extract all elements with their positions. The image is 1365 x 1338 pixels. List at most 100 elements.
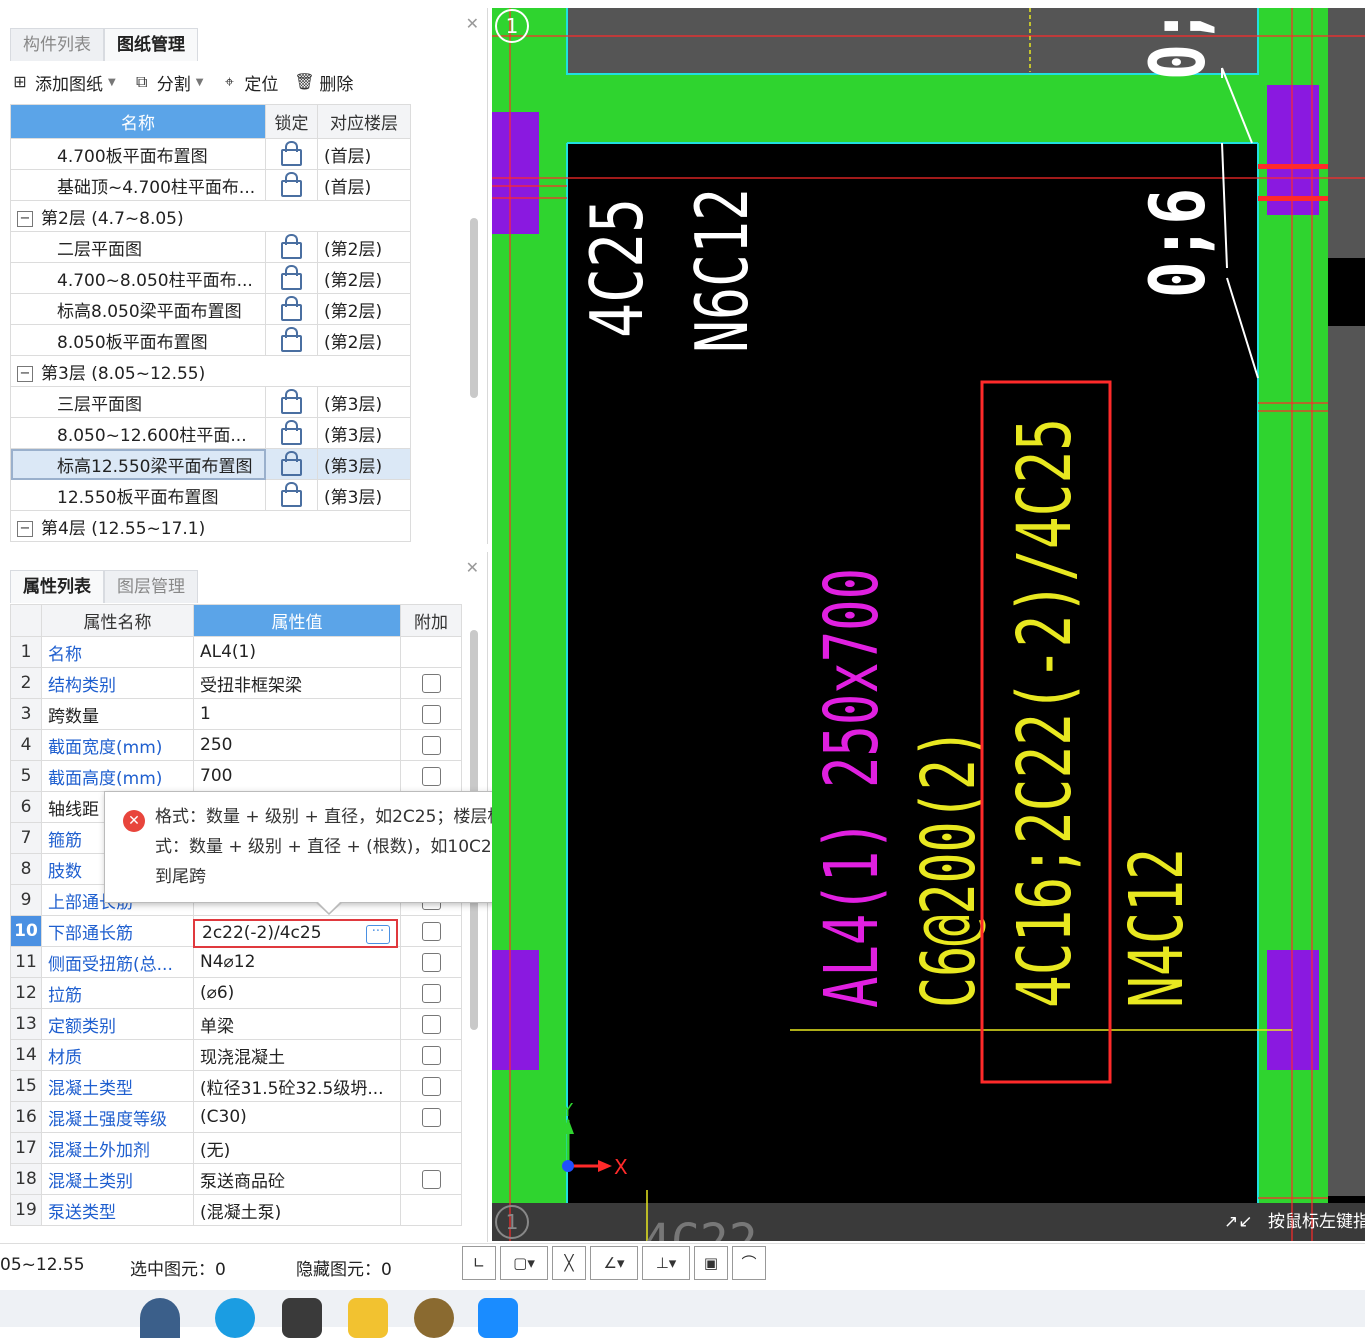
- extra-checkbox[interactable]: [421, 1045, 441, 1065]
- tab-components[interactable]: 构件列表: [10, 28, 104, 61]
- extra-cell[interactable]: [400, 636, 462, 668]
- drawings-scrollbar[interactable]: [470, 218, 478, 398]
- drawing-name[interactable]: 4.700板平面布置图: [10, 138, 266, 170]
- extra-checkbox[interactable]: [421, 735, 441, 755]
- property-row[interactable]: 15 混凝土类型 (粒径31.5砼32.5级坍...: [10, 1070, 462, 1102]
- angle-icon[interactable]: ∠▾: [590, 1246, 638, 1280]
- extra-checkbox[interactable]: [421, 983, 441, 1003]
- property-name[interactable]: 混凝土外加剂: [41, 1132, 194, 1164]
- lock-cell[interactable]: [265, 138, 318, 170]
- property-value[interactable]: 1: [193, 698, 401, 730]
- close-icon[interactable]: ✕: [466, 14, 479, 33]
- property-name[interactable]: 跨数量: [41, 698, 194, 730]
- floor-group-cell[interactable]: − 第3层 (8.05~12.55): [10, 355, 411, 387]
- property-name[interactable]: 拉筋: [41, 977, 194, 1009]
- floor-group-cell[interactable]: − 第2层 (4.7~8.05): [10, 200, 411, 232]
- lock-icon[interactable]: [281, 326, 302, 352]
- arc-icon[interactable]: ⌒: [732, 1246, 766, 1280]
- property-name[interactable]: 截面高度(mm): [41, 760, 194, 792]
- lock-cell[interactable]: [265, 169, 318, 201]
- drawing-name[interactable]: 标高12.550梁平面布置图: [10, 448, 266, 480]
- lock-cell[interactable]: [265, 448, 318, 480]
- cross-icon[interactable]: ╳: [552, 1246, 586, 1280]
- property-value[interactable]: 泵送商品砼: [193, 1163, 401, 1195]
- extra-cell[interactable]: [400, 760, 462, 792]
- property-row[interactable]: 17 混凝土外加剂 (无): [10, 1132, 462, 1164]
- lock-cell[interactable]: [265, 479, 318, 511]
- drawing-row[interactable]: 基础顶~4.700柱平面布... (首层): [10, 169, 411, 201]
- extra-cell[interactable]: [400, 1101, 462, 1133]
- property-value[interactable]: (⌀6): [193, 977, 401, 1009]
- property-name[interactable]: 截面宽度(mm): [41, 729, 194, 761]
- drawing-name[interactable]: 12.550板平面布置图: [10, 479, 266, 511]
- lock-cell[interactable]: [265, 386, 318, 418]
- extra-cell[interactable]: [400, 667, 462, 699]
- lock-icon[interactable]: [281, 295, 302, 321]
- collapse-icon[interactable]: −: [17, 210, 33, 227]
- lock-cell[interactable]: [265, 262, 318, 294]
- extra-checkbox[interactable]: [421, 766, 441, 786]
- property-value[interactable]: 单梁: [193, 1008, 401, 1040]
- property-name[interactable]: 泵送类型: [41, 1194, 194, 1226]
- property-row[interactable]: 4 截面宽度(mm) 250: [10, 729, 462, 761]
- dimension-icon[interactable]: ⊥▾: [642, 1246, 690, 1280]
- shark-app-icon[interactable]: [140, 1298, 180, 1338]
- tab-layers[interactable]: 图层管理: [104, 570, 198, 603]
- col-name[interactable]: 名称: [10, 104, 266, 139]
- property-value[interactable]: 受扭非框架梁: [193, 667, 401, 699]
- lock-cell[interactable]: [265, 417, 318, 449]
- extra-checkbox[interactable]: [421, 1169, 441, 1189]
- display-icon[interactable]: ▣: [694, 1246, 728, 1280]
- lock-icon[interactable]: [281, 481, 302, 507]
- extra-cell[interactable]: [400, 1070, 462, 1102]
- col-floor[interactable]: 对应楼层: [317, 104, 411, 139]
- drawing-row[interactable]: 8.050板平面布置图 (第2层): [10, 324, 411, 356]
- lock-cell[interactable]: [265, 324, 318, 356]
- extra-cell[interactable]: [400, 1132, 462, 1164]
- extra-cell[interactable]: [400, 1039, 462, 1071]
- cad-drawing[interactable]: 1 1 4C25 N6C12 0;6 0; AL4(1) 250x700 C6@…: [492, 8, 1365, 1241]
- property-row[interactable]: 16 混凝土强度等级 (C30): [10, 1101, 462, 1133]
- collapse-icon[interactable]: −: [17, 365, 33, 382]
- drawing-row[interactable]: 12.550板平面布置图 (第3层): [10, 479, 411, 511]
- folder-icon[interactable]: [348, 1298, 388, 1338]
- property-name[interactable]: 混凝土类型: [41, 1070, 194, 1102]
- extra-checkbox[interactable]: [421, 673, 441, 693]
- property-name[interactable]: 混凝土强度等级: [41, 1101, 194, 1133]
- tab-drawings[interactable]: 图纸管理: [104, 28, 198, 61]
- drawing-name[interactable]: 8.050~12.600柱平面...: [10, 417, 266, 449]
- add-drawing-button[interactable]: ⊞ 添加图纸 ▼: [10, 70, 115, 95]
- lock-icon[interactable]: [281, 388, 302, 414]
- property-name[interactable]: 混凝土类别: [41, 1163, 194, 1195]
- property-name[interactable]: 侧面受扭筋(总...: [41, 946, 194, 978]
- extra-checkbox[interactable]: [421, 1107, 441, 1127]
- drawing-name[interactable]: 二层平面图: [10, 231, 266, 263]
- floor-group-row[interactable]: − 第4层 (12.55~17.1): [10, 510, 411, 542]
- property-value[interactable]: N4⌀12: [193, 946, 401, 978]
- property-row[interactable]: 3 跨数量 1: [10, 698, 462, 730]
- extra-checkbox[interactable]: [421, 952, 441, 972]
- split-button[interactable]: ⧉ 分割 ▼: [132, 70, 203, 95]
- more-icon[interactable]: ···: [366, 925, 390, 944]
- lock-icon[interactable]: [281, 419, 302, 445]
- lock-icon[interactable]: [281, 233, 302, 259]
- floor-group-row[interactable]: − 第2层 (4.7~8.05): [10, 200, 411, 232]
- tab-properties[interactable]: 属性列表: [10, 570, 104, 603]
- drawing-row[interactable]: 标高12.550梁平面布置图 (第3层): [10, 448, 411, 480]
- property-row[interactable]: 14 材质 现浇混凝土: [10, 1039, 462, 1071]
- property-row[interactable]: 2 结构类别 受扭非框架梁: [10, 667, 462, 699]
- property-row[interactable]: 1 名称 AL4(1): [10, 636, 462, 668]
- col-prop-name[interactable]: 属性名称: [41, 604, 194, 637]
- extra-cell[interactable]: [400, 1194, 462, 1226]
- property-row[interactable]: 13 定额类别 单梁: [10, 1008, 462, 1040]
- property-value[interactable]: (混凝土泵): [193, 1194, 401, 1226]
- lock-cell[interactable]: [265, 231, 318, 263]
- wps-app-icon[interactable]: [282, 1298, 322, 1338]
- delete-button[interactable]: 🗑 删除: [294, 70, 353, 95]
- property-value[interactable]: (C30): [193, 1101, 401, 1133]
- extra-cell[interactable]: [400, 1008, 462, 1040]
- property-value[interactable]: 现浇混凝土: [193, 1039, 401, 1071]
- drawing-row[interactable]: 标高8.050梁平面布置图 (第2层): [10, 293, 411, 325]
- floor-group-cell[interactable]: − 第4层 (12.55~17.1): [10, 510, 411, 542]
- lock-cell[interactable]: [265, 293, 318, 325]
